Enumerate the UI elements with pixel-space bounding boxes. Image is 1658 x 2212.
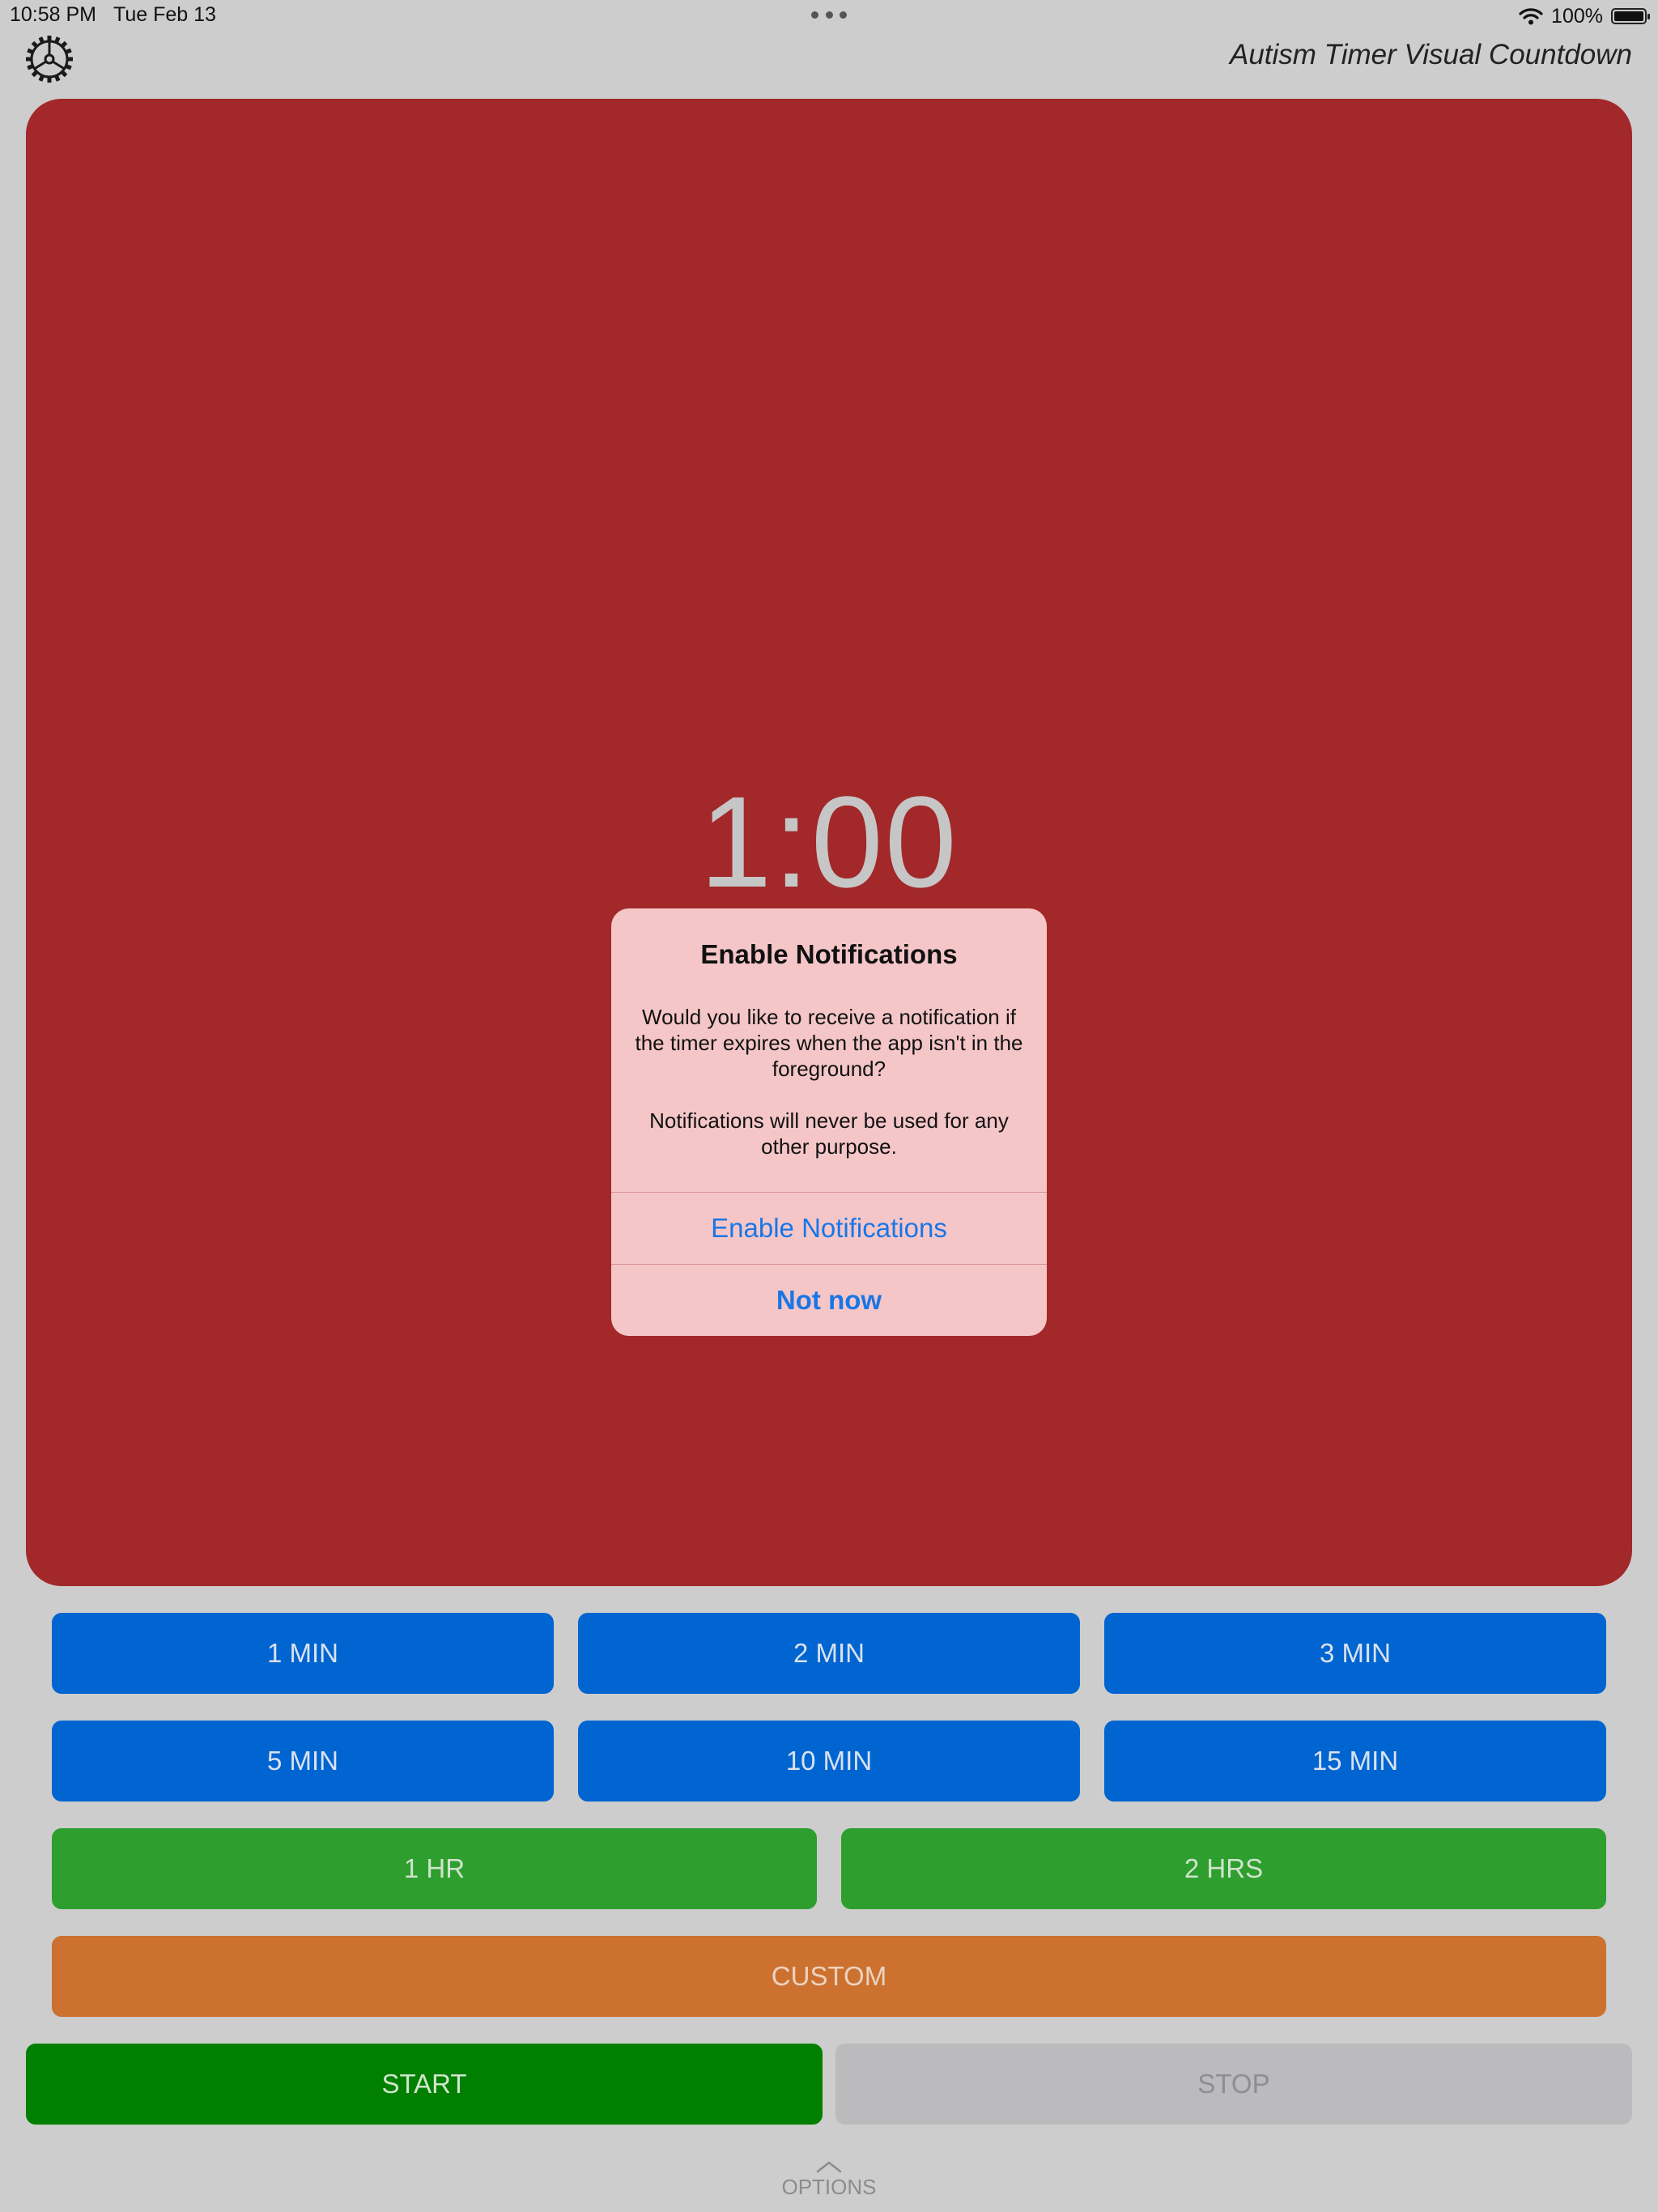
timer-panel[interactable]: 1:00 xyxy=(26,99,1632,1586)
preset-10-min-button[interactable]: 10 MIN xyxy=(578,1721,1080,1802)
start-button[interactable]: START xyxy=(26,2044,823,2125)
chevron-up-icon xyxy=(816,2161,842,2173)
preset-2-hrs-button[interactable]: 2 HRS xyxy=(841,1828,1606,1909)
alert-message: Would you like to receive a notification… xyxy=(635,1005,1023,1081)
preset-5-min-button[interactable]: 5 MIN xyxy=(52,1721,554,1802)
preset-3-min-button[interactable]: 3 MIN xyxy=(1104,1613,1606,1694)
not-now-button[interactable]: Not now xyxy=(611,1265,1047,1336)
status-date: Tue Feb 13 xyxy=(113,3,216,26)
notification-alert: Enable Notifications Would you like to r… xyxy=(611,908,1047,1336)
alert-title: Enable Notifications xyxy=(700,939,958,969)
preset-1-min-button[interactable]: 1 MIN xyxy=(52,1613,554,1694)
multitasking-dots-icon[interactable] xyxy=(811,11,847,19)
app-title: Autism Timer Visual Countdown xyxy=(1229,39,1632,70)
battery-percentage: 100% xyxy=(1551,4,1603,28)
status-time: 10:58 PM xyxy=(10,3,97,26)
options-toggle[interactable]: OPTIONS xyxy=(748,2160,910,2200)
alert-note: Notifications will never be used for any… xyxy=(649,1108,1009,1159)
preset-15-min-button[interactable]: 15 MIN xyxy=(1104,1721,1606,1802)
custom-button[interactable]: CUSTOM xyxy=(52,1936,1606,2017)
battery-icon xyxy=(1611,8,1650,24)
preset-2-min-button[interactable]: 2 MIN xyxy=(578,1613,1080,1694)
settings-button[interactable] xyxy=(23,32,76,86)
enable-notifications-button[interactable]: Enable Notifications xyxy=(611,1193,1047,1264)
status-indicators: 100% xyxy=(1519,3,1650,29)
alert-body: Would you like to receive a notification… xyxy=(631,1004,1027,1185)
gear-icon xyxy=(26,36,73,83)
stop-button[interactable]: STOP xyxy=(835,2044,1632,2125)
options-label: OPTIONS xyxy=(781,2175,877,2199)
timer-display: 1:00 xyxy=(699,769,959,914)
wifi-icon xyxy=(1519,8,1543,25)
preset-1-hr-button[interactable]: 1 HR xyxy=(52,1828,817,1909)
status-bar: 10:58 PM Tue Feb 13 100% xyxy=(0,0,1658,36)
